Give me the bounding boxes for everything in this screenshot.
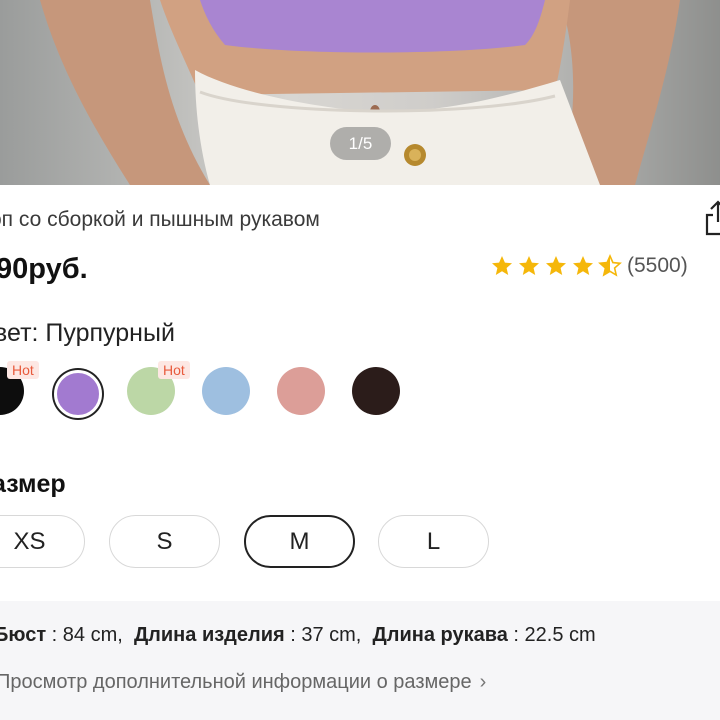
swatch-purple[interactable] bbox=[54, 370, 102, 418]
swatch-pink[interactable] bbox=[277, 367, 325, 415]
star-icon bbox=[492, 256, 512, 275]
color-label: вет: Пурпурный bbox=[0, 319, 175, 347]
bust-label: Бюст bbox=[0, 624, 47, 646]
product-price: 90руб. bbox=[0, 253, 88, 285]
rating-stars bbox=[490, 254, 625, 278]
size-option-l[interactable]: L bbox=[378, 515, 489, 568]
share-icon[interactable] bbox=[703, 198, 720, 238]
star-icon bbox=[573, 256, 593, 275]
hot-badge: Hot bbox=[7, 361, 39, 379]
size-option-xs[interactable]: XS bbox=[0, 515, 85, 568]
size-info-panel bbox=[0, 601, 720, 720]
hot-badge: Hot bbox=[158, 361, 190, 379]
sleeve-value: 22.5 cm bbox=[524, 624, 596, 646]
star-icon bbox=[519, 256, 539, 275]
size-label: азмер bbox=[0, 470, 66, 498]
more-size-info-text: Просмотр дополнительной информации о раз… bbox=[0, 671, 472, 693]
length-value: 37 cm, bbox=[301, 624, 362, 646]
rating-count: (5500) bbox=[627, 254, 688, 277]
size-option-s[interactable]: S bbox=[109, 515, 220, 568]
swatch-brown[interactable] bbox=[352, 367, 400, 415]
measurements: Бюст : 84 cm, Длина изделия : 37 cm, Дли… bbox=[0, 624, 596, 647]
product-photo[interactable]: 1/5 bbox=[0, 0, 720, 185]
size-option-m[interactable]: M bbox=[244, 515, 355, 568]
sleeve-label: Длина рукава bbox=[372, 624, 508, 646]
more-size-info-link[interactable]: Просмотр дополнительной информации о раз… bbox=[0, 671, 486, 694]
product-rating[interactable]: (5500) bbox=[490, 254, 688, 278]
swatch-blue[interactable] bbox=[202, 367, 250, 415]
chevron-right-icon: › bbox=[479, 671, 487, 693]
half-star-icon bbox=[598, 254, 622, 277]
product-title: оп со сборкой и пышным рукавом bbox=[0, 208, 320, 231]
star-icon bbox=[546, 256, 566, 275]
length-label: Длина изделия bbox=[133, 624, 285, 646]
bust-value: 84 cm, bbox=[62, 624, 123, 646]
image-counter: 1/5 bbox=[330, 127, 391, 160]
